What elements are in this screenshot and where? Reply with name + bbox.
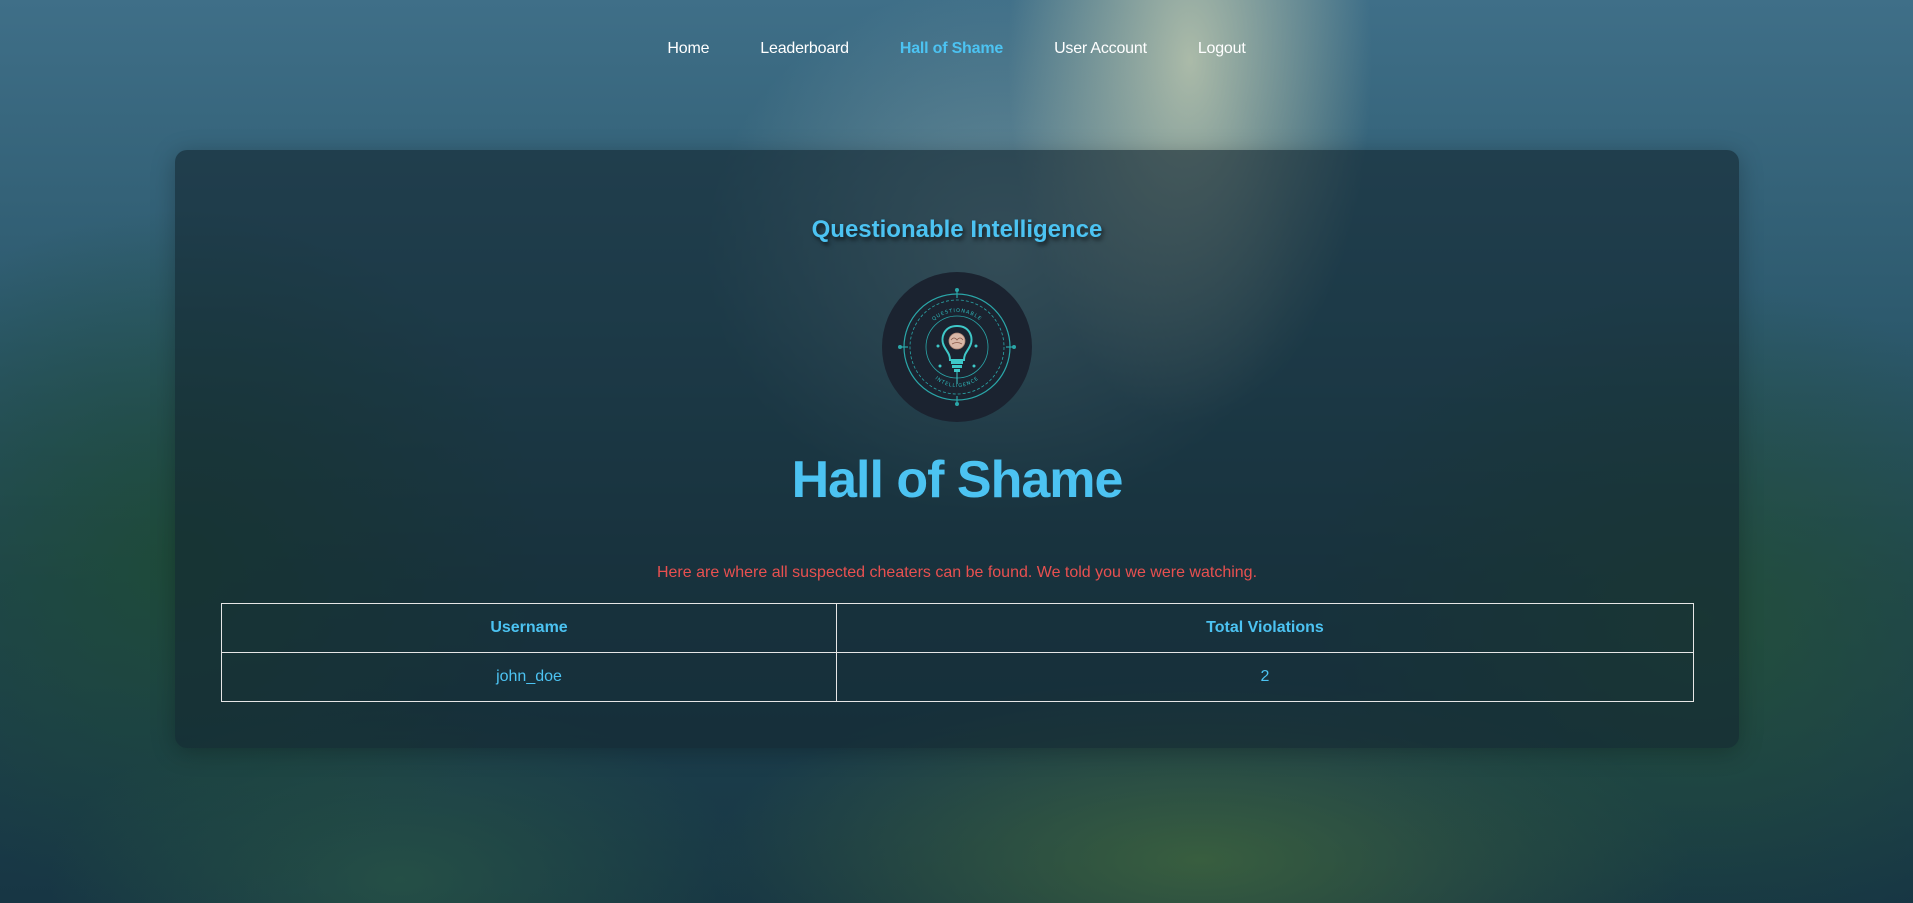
table-header-row: Username Total Violations bbox=[221, 603, 1694, 653]
nav-home-link[interactable]: Home bbox=[667, 38, 709, 62]
nav-logout-link[interactable]: Logout bbox=[1198, 38, 1246, 62]
nav-hall-of-shame-link[interactable]: Hall of Shame bbox=[900, 38, 1003, 62]
brain-lightbulb-logo-icon: QUESTIONABLE INTELLIGENCE bbox=[882, 272, 1032, 422]
page-subtitle: Here are where all suspected cheaters ca… bbox=[656, 564, 1258, 581]
brand-name: Questionable Intelligence bbox=[811, 216, 1103, 243]
table-row: john_doe 2 bbox=[221, 652, 1694, 702]
column-header-username: Username bbox=[221, 603, 837, 653]
svg-text:QUESTIONABLE: QUESTIONABLE bbox=[931, 308, 983, 323]
top-nav: Home Leaderboard Hall of Shame User Acco… bbox=[0, 38, 1913, 62]
nav-leaderboard-link[interactable]: Leaderboard bbox=[760, 38, 849, 62]
violations-cell: 2 bbox=[836, 652, 1694, 702]
content-panel: Questionable Intelligence QUESTIONABLE I… bbox=[175, 150, 1739, 748]
nav-user-account-link[interactable]: User Account bbox=[1054, 38, 1147, 62]
page-title: Hall of Shame bbox=[791, 451, 1124, 509]
hall-of-shame-table: Username Total Violations john_doe 2 bbox=[221, 603, 1694, 702]
column-header-total-violations: Total Violations bbox=[836, 603, 1694, 653]
username-cell: john_doe bbox=[221, 652, 837, 702]
